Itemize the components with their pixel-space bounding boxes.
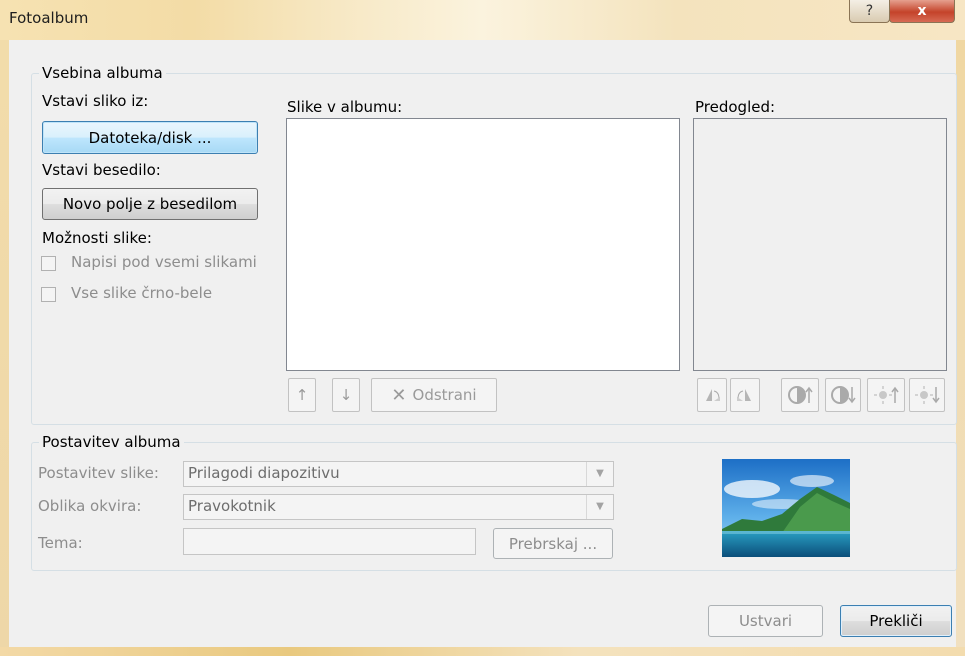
picture-layout-dropdown[interactable]: Prilagodi diapozitivu ▼ <box>183 461 614 487</box>
cancel-button-label: Prekliči <box>869 612 923 630</box>
brightness-down-icon <box>915 386 940 404</box>
move-up-button[interactable]: ↑ <box>288 378 316 412</box>
contrast-up-icon <box>788 386 813 404</box>
create-button[interactable]: Ustvari <box>708 605 823 637</box>
frame-shape-dropdown[interactable]: Pravokotnik ▼ <box>183 494 614 520</box>
close-button[interactable]: x <box>889 0 955 23</box>
window-frame-left <box>0 40 9 656</box>
new-textbox-button[interactable]: Novo polje z besedilom <box>42 188 258 220</box>
rotate-left-button[interactable] <box>697 378 727 412</box>
pictures-in-album-list[interactable] <box>286 118 680 371</box>
cancel-button[interactable]: Prekliči <box>840 605 952 637</box>
picture-layout-label: Postavitev slike: <box>38 464 159 482</box>
window-title: Fotoalbum <box>9 9 89 27</box>
rotate-right-icon <box>737 389 751 401</box>
chevron-down-icon: ▼ <box>586 462 613 486</box>
move-down-button[interactable]: ↓ <box>332 378 360 412</box>
rotate-left-icon <box>706 389 720 401</box>
browse-button-label: Prebrskaj ... <box>508 534 598 553</box>
frame-shape-label: Oblika okvira: <box>38 497 142 515</box>
help-icon: ? <box>865 3 874 19</box>
landscape-image <box>722 459 850 557</box>
remove-x-icon: ✕ <box>391 384 407 406</box>
arrow-down-icon: ↓ <box>339 386 353 404</box>
black-white-checkbox[interactable] <box>41 287 56 302</box>
layout-preview-thumbnail <box>722 459 850 557</box>
black-white-checkbox-label: Vse slike črno-bele <box>71 284 213 302</box>
album-layout-legend: Postavitev albuma <box>39 433 184 451</box>
album-content-legend: Vsebina albuma <box>39 64 166 82</box>
close-icon: x <box>917 3 927 19</box>
theme-label: Tema: <box>38 534 83 552</box>
arrow-up-icon: ↑ <box>295 386 309 404</box>
brightness-up-button[interactable] <box>867 378 905 412</box>
remove-button-label: Odstrani <box>412 386 477 404</box>
contrast-down-button[interactable] <box>825 378 861 412</box>
file-disk-button-label: Datoteka/disk ... <box>88 128 212 147</box>
theme-input[interactable] <box>183 528 476 555</box>
contrast-down-icon <box>831 386 856 404</box>
brightness-up-icon <box>874 386 899 404</box>
pictures-in-album-label: Slike v albumu: <box>287 98 403 116</box>
new-textbox-button-label: Novo polje z besedilom <box>62 195 238 213</box>
help-button[interactable]: ? <box>849 0 890 23</box>
contrast-up-button[interactable] <box>781 378 819 412</box>
chevron-down-icon: ▼ <box>586 495 613 519</box>
insert-picture-label: Vstavi sliko iz: <box>42 92 149 110</box>
captions-checkbox-label: Napisi pod vsemi slikami <box>71 253 257 271</box>
insert-text-label: Vstavi besedilo: <box>42 161 161 179</box>
captions-checkbox[interactable] <box>41 256 56 271</box>
file-disk-button[interactable]: Datoteka/disk ... <box>42 121 258 154</box>
browse-button[interactable]: Prebrskaj ... <box>493 528 613 559</box>
rotate-right-button[interactable] <box>730 378 760 412</box>
window-frame-bottom <box>0 647 965 656</box>
preview-pane <box>693 118 947 371</box>
window-frame-right <box>956 40 965 656</box>
brightness-down-button[interactable] <box>909 378 945 412</box>
preview-label: Predogled: <box>695 98 776 116</box>
picture-options-label: Možnosti slike: <box>42 229 152 247</box>
title-bar <box>0 0 965 40</box>
create-button-label: Ustvari <box>738 612 793 630</box>
remove-button[interactable]: ✕ Odstrani <box>371 378 497 412</box>
picture-layout-value: Prilagodi diapozitivu <box>188 464 340 482</box>
frame-shape-value: Pravokotnik <box>188 497 276 515</box>
